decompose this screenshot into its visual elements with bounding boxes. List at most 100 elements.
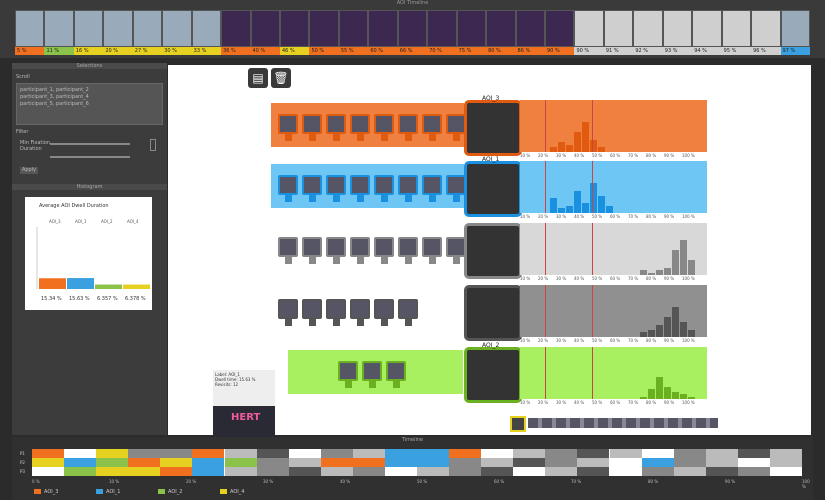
timeline-row[interactable] [32, 449, 802, 458]
aoi-tile[interactable] [464, 161, 522, 217]
thumbnail[interactable] [221, 10, 251, 47]
row-marker [333, 319, 340, 326]
thumbnail[interactable] [456, 10, 487, 47]
row-thumbnail[interactable] [374, 299, 394, 319]
row-thumbnail[interactable] [350, 237, 370, 257]
thumbnail[interactable] [751, 10, 781, 47]
timeline-segment [32, 458, 65, 467]
thumbnail[interactable] [545, 10, 575, 47]
timeline-segment [128, 458, 161, 467]
thumbnail[interactable] [721, 10, 752, 47]
row-thumbnail[interactable] [446, 237, 466, 257]
apply-button[interactable]: Apply [20, 167, 38, 174]
row-thumbnail[interactable] [302, 175, 322, 195]
aoi-tile[interactable] [464, 347, 522, 403]
row-thumbnail[interactable] [362, 361, 382, 381]
aoi-tile[interactable] [464, 223, 522, 279]
thumbnail[interactable] [662, 10, 693, 47]
thumbnail[interactable] [574, 10, 604, 47]
row-thumbnail[interactable] [302, 299, 322, 319]
timeline-segment [384, 458, 417, 467]
min-fixation-slider[interactable] [50, 143, 130, 145]
row-thumbnail[interactable] [278, 114, 298, 134]
thumbnail[interactable] [515, 10, 545, 47]
layout-icon[interactable]: ▤ [248, 68, 268, 88]
aoi-tile[interactable] [464, 285, 522, 341]
thumbnail[interactable] [486, 10, 516, 47]
row-thumbnail[interactable] [422, 175, 442, 195]
row-thumbnail[interactable] [326, 299, 346, 319]
aoi-tick: 10 % [520, 214, 531, 219]
thumbnail[interactable] [103, 10, 133, 47]
row-thumbnail[interactable] [350, 299, 370, 319]
timeline-segment [224, 467, 257, 476]
timeline-segment [288, 467, 321, 476]
legend-label: AOI_4 [230, 489, 245, 495]
participants-textbox[interactable]: participant_1, participant_2 participant… [16, 83, 163, 125]
timeline-segment [160, 458, 193, 467]
duration-slider[interactable] [50, 156, 130, 158]
row-thumbnail[interactable] [374, 237, 394, 257]
aoi-tick: 90 % [664, 214, 675, 219]
aoi-tick: 80 % [646, 276, 657, 281]
row-thumbnail[interactable] [350, 114, 370, 134]
row-thumbnail[interactable] [386, 361, 406, 381]
row-thumbnail[interactable] [278, 237, 298, 257]
legend-item: AOI_3 [34, 489, 58, 495]
row-thumbnail[interactable] [302, 237, 322, 257]
thumbnail[interactable] [368, 10, 398, 47]
spin-box[interactable] [150, 139, 156, 151]
thumbnail[interactable] [73, 10, 104, 47]
thumbnail[interactable] [397, 10, 428, 47]
timeline-segment [705, 458, 738, 467]
mini-thumb-strip[interactable] [510, 416, 720, 432]
row-thumbnail[interactable] [374, 114, 394, 134]
histogram-bar [123, 284, 150, 289]
row-thumbnail[interactable] [338, 361, 358, 381]
row-thumbnail[interactable] [302, 114, 322, 134]
thumbnail[interactable] [692, 10, 722, 47]
thumbnail-label: 97 % [780, 47, 810, 55]
row-thumbnail[interactable] [398, 175, 418, 195]
row-thumbnail[interactable] [422, 114, 442, 134]
aoi-tick: 80 % [646, 400, 657, 405]
aoi-window [545, 285, 593, 337]
thumbnail[interactable] [250, 10, 280, 47]
row-thumbnail[interactable] [326, 237, 346, 257]
thumbnail[interactable] [15, 10, 45, 47]
thumbnail[interactable] [309, 10, 339, 47]
row-thumbnail[interactable] [374, 175, 394, 195]
thumbnail-label: 92 % [633, 47, 663, 55]
thumbnail[interactable] [191, 10, 222, 47]
thumbnail[interactable] [427, 10, 457, 47]
aoi-tile[interactable] [464, 100, 522, 156]
row-thumbnail[interactable] [446, 114, 466, 134]
thumbnail[interactable] [280, 10, 310, 47]
row-thumbnail[interactable] [398, 114, 418, 134]
thumbnail[interactable] [603, 10, 634, 47]
row-thumbnail[interactable] [350, 175, 370, 195]
thumbnail[interactable] [780, 10, 810, 47]
trash-icon[interactable]: 🗑 [271, 68, 291, 88]
timeline-segment [128, 449, 161, 458]
row-thumbnail[interactable] [278, 175, 298, 195]
row-thumbnail[interactable] [326, 175, 346, 195]
thumbnail[interactable] [162, 10, 192, 47]
row-thumbnail[interactable] [398, 299, 418, 319]
preview-caption: Label: AOI_1 Dwell time: 15.63 % Revisit… [215, 372, 256, 387]
row-thumbnail[interactable] [398, 237, 418, 257]
row-marker [333, 195, 340, 202]
aoi-histogram [520, 223, 707, 275]
thumbnail[interactable] [338, 10, 369, 47]
timeline-row[interactable] [32, 467, 802, 476]
timeline-row[interactable] [32, 458, 802, 467]
row-thumbnail[interactable] [278, 299, 298, 319]
timeline-segment [737, 458, 770, 467]
aoi-tick: 30 % [556, 214, 567, 219]
row-thumbnail[interactable] [422, 237, 442, 257]
thumbnail[interactable] [633, 10, 663, 47]
row-thumbnail[interactable] [326, 114, 346, 134]
thumbnail[interactable] [44, 10, 74, 47]
row-thumbnail[interactable] [446, 175, 466, 195]
thumbnail[interactable] [132, 10, 163, 47]
